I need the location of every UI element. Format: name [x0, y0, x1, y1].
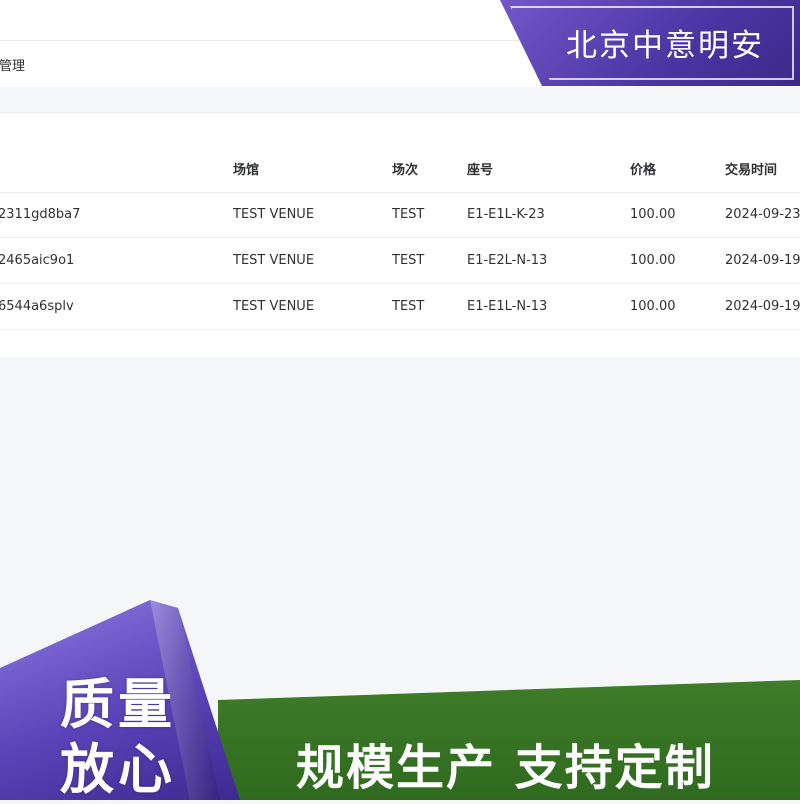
cell-price: 100.00 — [630, 253, 676, 268]
cell-price: 100.00 — [630, 299, 676, 314]
table-row[interactable]: 6544a6splv TEST VENUE TEST E1-E1L-N-13 1… — [0, 284, 800, 330]
table-row[interactable]: 2465aic9o1 TEST VENUE TEST E1-E2L-N-13 1… — [0, 238, 800, 284]
header-price: 价格 — [630, 163, 657, 178]
brand-name: 北京中意明安 — [566, 28, 764, 64]
cell-venue: TEST VENUE — [233, 299, 315, 314]
header-venue: 场馆 — [233, 163, 260, 178]
table-row[interactable]: 2311gd8ba7 TEST VENUE TEST E1-E1L-K-23 1… — [0, 192, 800, 238]
header-id — [0, 145, 198, 192]
cell-price: 100.00 — [630, 207, 676, 222]
cell-trade-time: 2024-09-23 — [725, 207, 800, 222]
quality-text-line2: 放心 — [60, 738, 176, 801]
header-trade-time: 交易时间 — [725, 163, 778, 178]
cell-session: TEST — [392, 207, 425, 222]
cell-session: TEST — [392, 299, 425, 314]
cell-trade-time: 2024-09-19 — [725, 299, 800, 314]
cell-trade-time: 2024-09-19 — [725, 253, 800, 268]
cell-seat: E1-E1L-K-23 — [467, 207, 545, 222]
breadcrumb: 票管理 — [0, 59, 26, 74]
cell-seat: E1-E1L-N-13 — [467, 299, 548, 314]
cell-venue: TEST VENUE — [233, 207, 315, 222]
table-toolbar — [0, 112, 800, 146]
table-header-row: 场馆 场次 座号 价格 交易时间 — [0, 145, 800, 193]
cell-seat: E1-E2L-N-13 — [467, 253, 548, 268]
header-seat: 座号 — [467, 163, 494, 178]
cell-venue: TEST VENUE — [233, 253, 315, 268]
header-session: 场次 — [392, 163, 419, 178]
cell-session: TEST — [392, 253, 425, 268]
slogan-text: 规模生产 支持定制 — [296, 740, 715, 796]
cell-id: 6544a6splv — [0, 299, 74, 314]
ticket-table: 场馆 场次 座号 价格 交易时间 2311gd8ba7 TEST VENUE T… — [0, 145, 800, 357]
cell-id: 2465aic9o1 — [0, 253, 75, 268]
cell-id: 2311gd8ba7 — [0, 207, 81, 222]
